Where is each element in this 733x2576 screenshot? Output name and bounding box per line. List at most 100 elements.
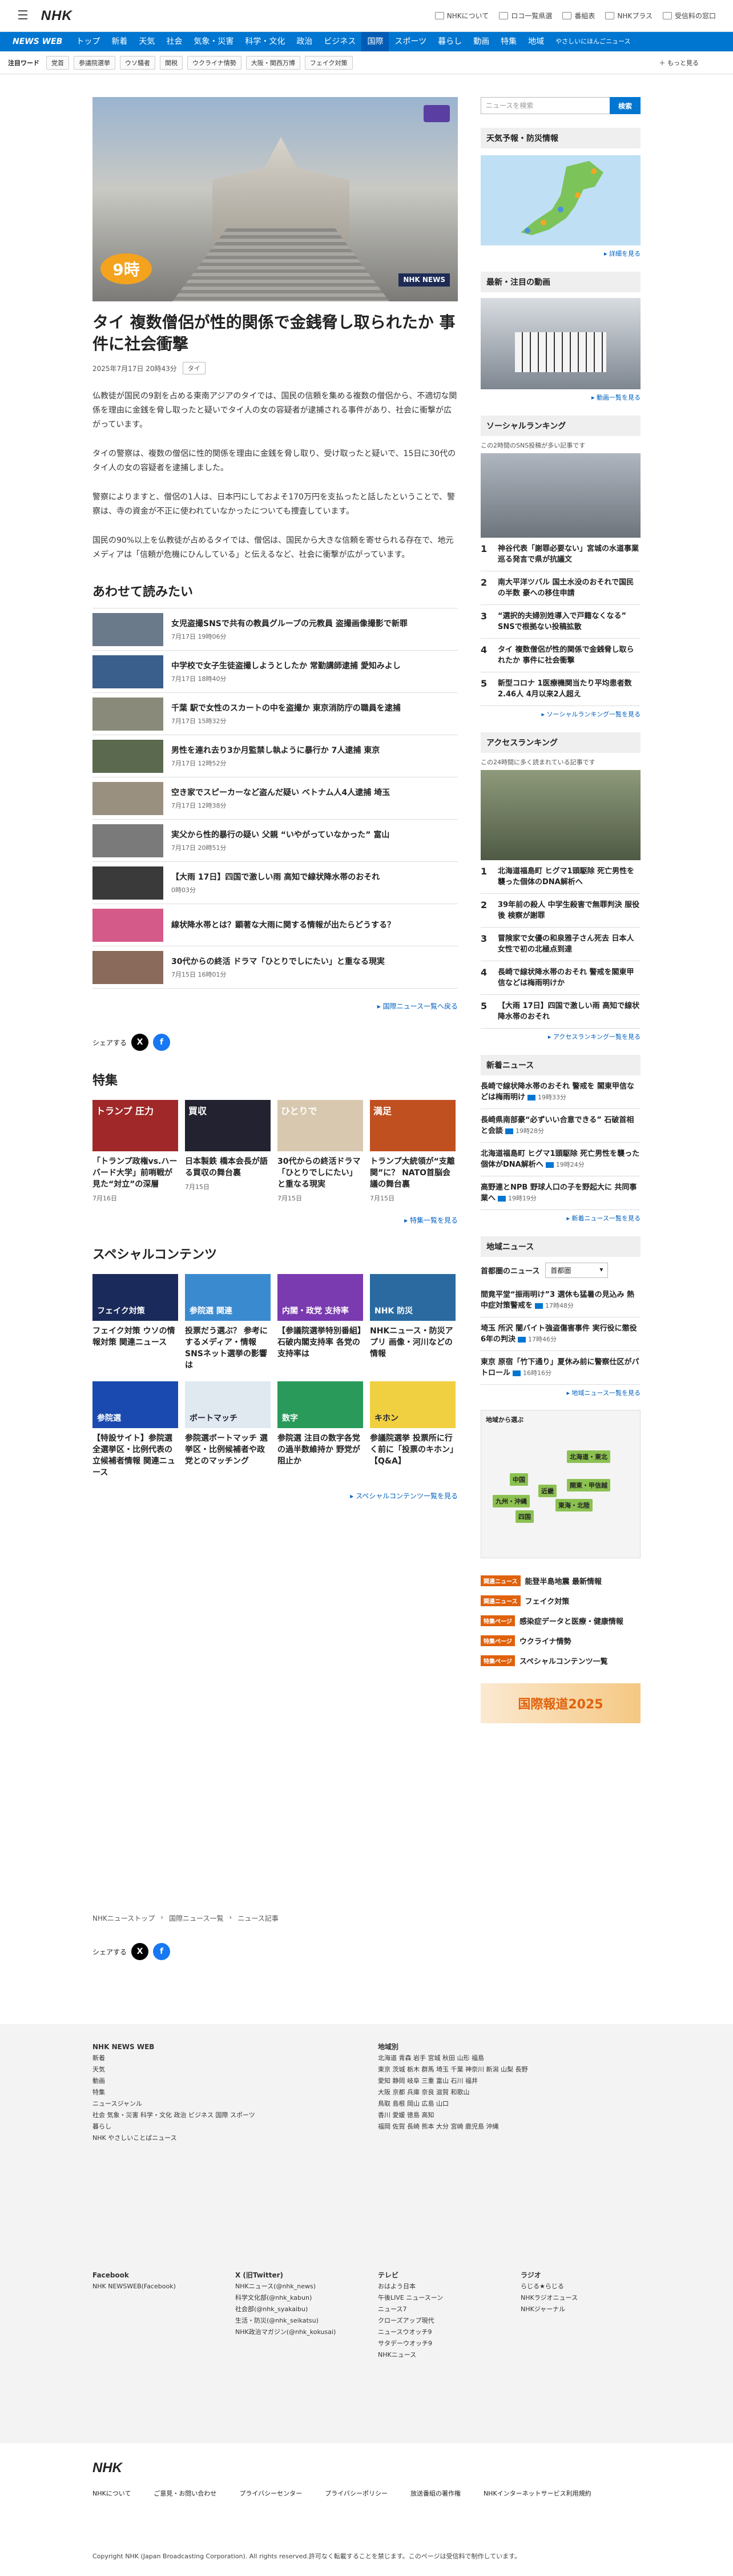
news-title[interactable]: 埼玉 所沢 闇バイト強盗傷害事件 実行役に懲役6年の判決	[481, 1324, 637, 1344]
footer-nav-item[interactable]: 社会 気象・災害 科学・文化 政治 ビジネス 国際 スポーツ	[92, 2110, 264, 2121]
related-title[interactable]: 中学校で女子生徒盗撮しようとしたか 常勤講師逮捕 愛知みよし	[171, 660, 401, 672]
feature-card[interactable]: 買収 日本製鉄 橋本会長が語る買収の舞台裏 7月15日	[185, 1100, 271, 1203]
footer-bottom-link[interactable]: NHKについて	[92, 2489, 131, 2498]
facebook-share-icon[interactable]: f	[153, 1034, 171, 1051]
nav-weather[interactable]: 天気	[133, 32, 160, 51]
related-title[interactable]: 30代からの終活 ドラマ「ひとりでしにたい」と重なる現実	[171, 956, 385, 967]
nav-video[interactable]: 動画	[468, 32, 495, 51]
header-link-plus[interactable]: NHKプラス	[605, 11, 653, 21]
nav-brand[interactable]: NEWS WEB	[13, 37, 62, 46]
related-title[interactable]: 千葉 駅で女性のスカートの中を盗撮か 東京消防庁の職員を逮捕	[171, 703, 401, 714]
social-more-link[interactable]: ▸ ソーシャルランキング一覧を見る	[481, 709, 641, 719]
keyword-chip[interactable]: フェイク対策	[304, 55, 353, 70]
footer-sns-link[interactable]: 科学文化部(@nhk_kabun)	[235, 2292, 366, 2304]
header-link-corona[interactable]: ロコ一覧県選	[499, 11, 552, 21]
ranking-title[interactable]: 39年前の殺人 中学生殺害で無罪判決 服役後 検察が謝罪	[498, 900, 641, 921]
special-link[interactable]: 関連ニュース 能登半島地震 最新情報	[481, 1571, 641, 1591]
footer-nav-item[interactable]: 新着	[92, 2053, 264, 2064]
news-item[interactable]: 埼玉 所沢 闇バイト強盗傷害事件 実行役に懲役6年の判決 17時46分	[481, 1317, 641, 1351]
special-more-link[interactable]: ▸ スペシャルコンテンツ一覧を見る	[92, 1491, 458, 1501]
region-more-link[interactable]: ▸ 地域ニュース一覧を見る	[481, 1388, 641, 1397]
special-title[interactable]: 【特設サイト】参院選 全選挙区・比例代表の立候補者情報 関連ニュース	[92, 1433, 178, 1478]
footer-bottom-link[interactable]: プライバシーポリシー	[325, 2489, 388, 2498]
special-link[interactable]: 特集ページ 感染症データと医療・健康情報	[481, 1611, 641, 1631]
keyword-chip[interactable]: 大阪・関西万博	[245, 55, 300, 70]
related-title[interactable]: 【大雨 17日】四国で激しい雨 高知で線状降水帯のおそれ	[171, 872, 380, 883]
news-title[interactable]: 東京 原宿「竹下通り」夏休み前に警察仕区がパトロール	[481, 1358, 639, 1377]
footer-region-row[interactable]: 鳥取 島根 岡山 広島 山口	[378, 2098, 641, 2110]
keyword-chip[interactable]: 参議院選挙	[74, 55, 115, 70]
video-more-link[interactable]: ▸ 動画一覧を見る	[481, 393, 641, 402]
ranking-item[interactable]: 3 “選択的夫婦別姓導入で戸籍なくなる” SNSで根拠ない投稿拡散	[481, 605, 641, 639]
footer-sns-link[interactable]: NHK政治マガジン(@nhk_kokusai)	[235, 2327, 366, 2338]
region-kanto[interactable]: 関東・甲信越	[567, 1479, 610, 1491]
special-card[interactable]: 内閣・政党 支持率 【参議院選挙特別番組】石破内閣支持率 各党の支持率は	[277, 1274, 363, 1371]
special-link-title[interactable]: スペシャルコンテンツ一覧	[519, 1655, 608, 1666]
ranking-title[interactable]: タイ 複数僧侶が性的関係で金銭脅し取られたか 事件に社会衝撃	[498, 644, 641, 666]
special-link-title[interactable]: フェイク対策	[525, 1595, 570, 1606]
footer-nav-item[interactable]: 動画	[92, 2075, 264, 2087]
footer-sns-link[interactable]: 生活・防災(@nhk_seikatsu)	[235, 2315, 366, 2327]
region-shikoku[interactable]: 四国	[515, 1510, 534, 1523]
special-card[interactable]: 数字 参院選 注目の数字各党の過半数維持か 野党が阻止か	[277, 1381, 363, 1478]
access-more-link[interactable]: ▸ アクセスランキング一覧を見る	[481, 1032, 641, 1041]
ranking-title[interactable]: 長崎で線状降水帯のおそれ 警戒を閣東甲信などは梅雨明けか	[498, 967, 641, 989]
footer-sns-link[interactable]: 午後LIVE ニュースーン	[378, 2292, 509, 2304]
footer-bottom-link[interactable]: プライバシーセンター	[239, 2489, 302, 2498]
ranking-item[interactable]: 5 【大雨 17日】四国で激しい雨 高知で線状降水帯のおそれ	[481, 995, 641, 1029]
nav-new[interactable]: 新着	[106, 32, 133, 51]
special-card[interactable]: キホン 参議院選挙 投票所に行く前に「投票のキホン」【Q&A】	[370, 1381, 456, 1478]
related-item[interactable]: 実父から性的暴行の疑い 父親 “いやがっていなかった” 富山 7月17日 20時5…	[92, 820, 458, 862]
footer-sns-link[interactable]: NHKラジオニュース	[521, 2292, 652, 2304]
special-card[interactable]: 参院選 関連 投票だう選ぶ？ 参考にするメディア・情報 SNSネット選挙の影響は	[185, 1274, 271, 1371]
footer-sns-link[interactable]: NHKニュース	[378, 2349, 509, 2361]
ranking-item[interactable]: 3 冒険家で女優の和泉雅子さん死去 日本人女性で初の北極点到達	[481, 928, 641, 961]
special-link[interactable]: 特集ページ ウクライナ情勢	[481, 1631, 641, 1651]
footer-sns-link[interactable]: ニュース7	[378, 2304, 509, 2315]
related-item[interactable]: 線状降水帯とは？顕著な大雨に関する情報が出たらどうする？	[92, 904, 458, 946]
news-item[interactable]: 間竟平堂“振雨明け”3 選休も猛暑の見込み 熱中症対策警戒を 17時48分	[481, 1284, 641, 1317]
nav-easy-news[interactable]: やさしいにほんごニュース	[550, 38, 630, 45]
footer-region-row[interactable]: 福岡 佐賀 長崎 熊本 大分 宮崎 鹿児島 沖縄	[378, 2121, 641, 2132]
ranking-item[interactable]: 5 新型コロナ 1医療機関当たり平均患者数2.46人 4月以来2人超え	[481, 672, 641, 706]
footer-region-row[interactable]: 大阪 京都 兵庫 奈良 滋賀 和歌山	[378, 2087, 641, 2098]
header-link-about[interactable]: NHKについて	[434, 11, 489, 21]
hamburger-icon[interactable]: ☰	[17, 9, 29, 23]
footer-nav-item[interactable]: 天気	[92, 2064, 264, 2075]
special-link[interactable]: 特集ページ スペシャルコンテンツ一覧	[481, 1651, 641, 1671]
footer-nav-item[interactable]: ニュースジャンル	[92, 2098, 264, 2110]
footer-bottom-link[interactable]: 放送番組の著作権	[410, 2489, 461, 2498]
nav-feature[interactable]: 特集	[495, 32, 522, 51]
related-item[interactable]: 中学校で女子生徒盗撮しようとしたか 常勤講師逮捕 愛知みよし 7月17日 18時4…	[92, 651, 458, 693]
keyword-chip[interactable]: ウクライナ情勢	[187, 55, 241, 70]
ranking-title[interactable]: 新型コロナ 1医療機関当たり平均患者数2.46人 4月以来2人超え	[498, 678, 641, 700]
related-item[interactable]: 【大雨 17日】四国で激しい雨 高知で線状降水帯のおそれ 0時03分	[92, 862, 458, 904]
footer-region-row[interactable]: 香川 愛媛 徳島 高知	[378, 2110, 641, 2121]
access-top-image[interactable]	[481, 770, 641, 860]
special-title[interactable]: 参院選ボートマッチ 選挙区・比例候補者や政党とのマッチング	[185, 1433, 271, 1467]
nav-science[interactable]: 科学・文化	[239, 32, 291, 51]
special-card[interactable]: ボートマッチ 参院選ボートマッチ 選挙区・比例候補者や政党とのマッチング	[185, 1381, 271, 1478]
x-share-icon[interactable]: X	[131, 1943, 149, 1960]
nav-politics[interactable]: 政治	[291, 32, 318, 51]
search-button[interactable]: 検索	[610, 97, 641, 114]
ranking-title[interactable]: “選択的夫婦別姓導入で戸籍なくなる” SNSで根拠ない投稿拡散	[498, 611, 641, 632]
region-hokkaido-tohoku[interactable]: 北海道・東北	[567, 1450, 610, 1463]
footer-nhk-logo[interactable]: NHK	[92, 2460, 122, 2476]
feature-title[interactable]: トランプ大統領が“支離関”に？ NATO首脳会議の舞台裏	[370, 1156, 456, 1190]
footer-brand[interactable]: NHK NEWS WEB	[92, 2041, 264, 2053]
new-news-more-link[interactable]: ▸ 新着ニュース一覧を見る	[481, 1214, 641, 1223]
footer-bottom-link[interactable]: ご意見・お問い合わせ	[154, 2489, 216, 2498]
special-title[interactable]: 投票だう選ぶ？ 参考にするメディア・情報 SNSネット選挙の影響は	[185, 1325, 271, 1371]
special-link-title[interactable]: ウクライナ情勢	[519, 1635, 571, 1646]
ranking-item[interactable]: 2 39年前の殺人 中学生殺害で無罪判決 服役後 検察が謝罪	[481, 894, 641, 928]
related-item[interactable]: 男性を連れ去り3か月監禁し執ように暴行か 7人逮捕 東京 7月17日 12時52分	[92, 735, 458, 777]
region-tokai[interactable]: 東海・北陸	[555, 1499, 593, 1511]
weather-more-link[interactable]: ▸ 詳細を見る	[481, 249, 641, 258]
ranking-item[interactable]: 1 神谷代表「謝罪必要ない」宮城の水道事業巡る発言で県が抗議文	[481, 538, 641, 571]
keyword-chip[interactable]: ウソ騒者	[120, 55, 155, 70]
footer-region-row[interactable]: 北海道 青森 岩手 宮城 秋田 山形 福島	[378, 2053, 641, 2064]
feature-title[interactable]: 日本製鉄 橋本会長が語る買収の舞台裏	[185, 1156, 271, 1179]
ranking-title[interactable]: 神谷代表「謝罪必要ない」宮城の水道事業巡る発言で県が抗議文	[498, 543, 641, 565]
ranking-item[interactable]: 4 タイ 複数僧侶が性的関係で金銭脅し取られたか 事件に社会衝撃	[481, 639, 641, 672]
